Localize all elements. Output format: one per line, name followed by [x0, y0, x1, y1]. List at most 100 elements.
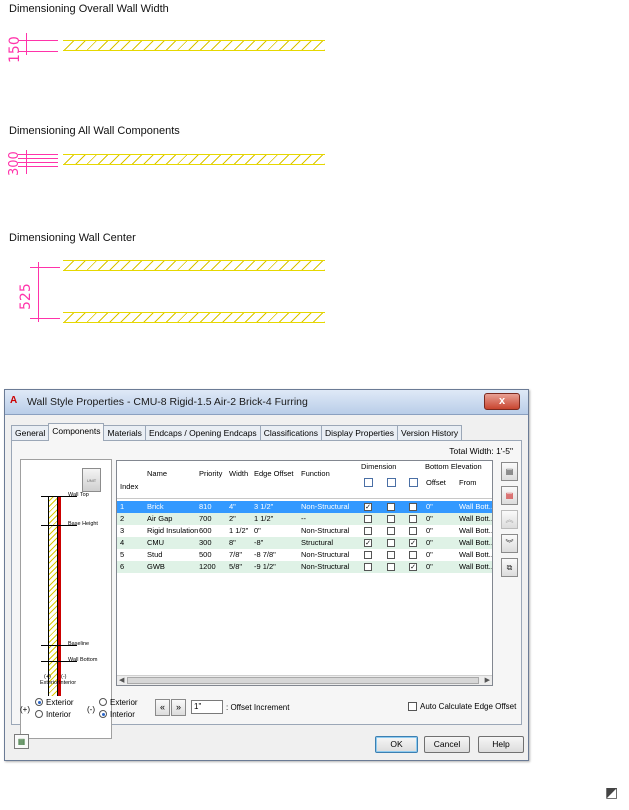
cell-from: Wall Bott...: [459, 526, 493, 535]
col-from[interactable]: From: [459, 478, 477, 487]
col-priority[interactable]: Priority: [199, 469, 222, 478]
move-down-icon[interactable]: ︾: [501, 534, 518, 553]
interior-radio-group-1[interactable]: Interior: [35, 710, 71, 719]
cell-from: Wall Bott...: [459, 562, 493, 571]
tab-general[interactable]: General: [11, 425, 50, 440]
radio-exterior-1[interactable]: [35, 698, 43, 706]
dimension-checkbox-2[interactable]: [387, 515, 395, 523]
cell-function: Non-Structural: [301, 526, 350, 535]
close-button[interactable]: x: [484, 393, 520, 410]
preview-wall-outer: [48, 496, 58, 696]
delete-component-icon[interactable]: ▤: [501, 486, 518, 505]
radio-interior-1[interactable]: [35, 710, 43, 718]
add-component-icon[interactable]: ▤: [501, 462, 518, 481]
dimension-line-3: [38, 262, 39, 322]
radio-exterior-2[interactable]: [99, 698, 107, 706]
dimension-checkbox-2[interactable]: [387, 551, 395, 559]
dimension-checkbox-2[interactable]: [387, 527, 395, 535]
col-bottom-elevation[interactable]: Bottom Elevation: [425, 462, 482, 471]
dimension-icon-left: [364, 478, 373, 487]
cell-offset: 0": [426, 502, 433, 511]
autocad-app-icon: A: [10, 395, 18, 406]
tab-display-properties[interactable]: Display Properties: [321, 425, 398, 440]
offset-increment-input[interactable]: 1": [191, 700, 223, 714]
exterior-radio-group-2[interactable]: Exterior: [99, 698, 138, 707]
increment-offset-icon[interactable]: »: [171, 699, 186, 716]
table-row[interactable]: 6 GWB 1200 5/8" -9 1/2" Non-Structural ✓…: [117, 561, 493, 573]
dimension-ext-1b: [18, 51, 58, 52]
table-row[interactable]: 2 Air Gap 700 2" 1 1/2" -- 0" Wall Bott.…: [117, 513, 493, 525]
dimension-checkbox-3[interactable]: [409, 551, 417, 559]
dimension-checkbox-1[interactable]: [364, 515, 372, 523]
dimension-checkbox-2[interactable]: [387, 539, 395, 547]
copy-icon[interactable]: ⧉: [501, 558, 518, 577]
cell-from: Wall Bott...: [459, 550, 493, 559]
dimension-checkbox-1[interactable]: [364, 551, 372, 559]
cancel-button[interactable]: Cancel: [424, 736, 470, 753]
label-base-height: Base Height: [68, 521, 98, 527]
table-row[interactable]: 5 Stud 500 7/8" -8 7/8" Non-Structural 0…: [117, 549, 493, 561]
cell-edge-offset: 0": [254, 526, 261, 535]
dimension-checkbox-3[interactable]: [409, 503, 417, 511]
dimension-checkbox-2[interactable]: [387, 563, 395, 571]
tab-version-history[interactable]: Version History: [397, 425, 463, 440]
scroll-thumb[interactable]: [127, 677, 479, 684]
col-edge-offset[interactable]: Edge Offset: [254, 469, 293, 478]
table-row[interactable]: 4 CMU 300 8" -8" Structural ✓ ✓ 0" Wall …: [117, 537, 493, 549]
table-row[interactable]: 1 Brick 810 4" 3 1/2" Non-Structural ✓ 0…: [117, 501, 492, 513]
dimension-ext-2c: [18, 162, 58, 163]
decrement-offset-icon[interactable]: «: [155, 699, 170, 716]
dimension-checkbox-3[interactable]: ✓: [409, 563, 417, 571]
ok-button[interactable]: OK: [375, 736, 418, 753]
col-function[interactable]: Function: [301, 469, 330, 478]
col-offset[interactable]: Offset: [426, 478, 446, 487]
exterior-radio-group-1[interactable]: Exterior: [35, 698, 74, 707]
auto-calc-checkbox[interactable]: [408, 702, 417, 711]
dimension-checkbox-2[interactable]: [387, 503, 395, 511]
tab-endcaps[interactable]: Endcaps / Opening Endcaps: [144, 425, 261, 440]
cell-index: 3: [120, 526, 125, 535]
interior-radio-group-2[interactable]: Interior: [99, 710, 135, 719]
dimension-checkbox-3[interactable]: [409, 527, 417, 535]
dimension-checkbox-1[interactable]: ✓: [364, 539, 372, 547]
cell-index: 6: [120, 562, 125, 571]
col-dimension[interactable]: Dimension: [361, 462, 396, 471]
cell-index: 2: [120, 514, 125, 523]
dimension-icon-center: [387, 478, 396, 487]
cell-from: Wall Bott...: [459, 514, 493, 523]
table-row[interactable]: 3 Rigid Insulation 600 1 1/2" 0" Non-Str…: [117, 525, 493, 537]
style-browser-icon[interactable]: ▦: [14, 734, 29, 749]
col-name[interactable]: Name: [147, 469, 167, 478]
dimension-checkbox-3[interactable]: ✓: [409, 539, 417, 547]
help-button[interactable]: Help: [478, 736, 524, 753]
wall-style-properties-dialog: A Wall Style Properties - CMU-8 Rigid-1.…: [4, 389, 529, 761]
move-up-icon[interactable]: ︽: [501, 510, 518, 529]
radio-interior-2[interactable]: [99, 710, 107, 718]
grid-header: Index Name Priority Width Edge Offset Fu…: [117, 461, 492, 499]
scroll-right-icon[interactable]: ▶: [485, 676, 490, 684]
cell-from: Wall Bott...: [459, 538, 493, 547]
dimension-checkbox-1[interactable]: ✓: [364, 503, 372, 511]
horizontal-scrollbar[interactable]: ◀ ▶: [117, 675, 492, 685]
dimension-text-2: 300: [7, 151, 22, 176]
cell-index: 5: [120, 550, 125, 559]
cell-function: Structural: [301, 538, 334, 547]
cell-function: Non-Structural: [301, 502, 350, 511]
cell-name: Rigid Insulation: [147, 526, 199, 535]
dimension-checkbox-1[interactable]: [364, 527, 372, 535]
dimension-ext-2b: [18, 158, 58, 159]
drawing-title-overall: Dimensioning Overall Wall Width: [9, 3, 169, 15]
components-panel: Total Width: 1'-5" Wall Top Base Height …: [11, 440, 522, 739]
dimension-checkbox-1[interactable]: [364, 563, 372, 571]
scroll-left-icon[interactable]: ◀: [119, 676, 124, 684]
cell-name: CMU: [147, 538, 165, 547]
tab-components[interactable]: Components: [48, 423, 105, 441]
dimension-checkbox-3[interactable]: [409, 515, 417, 523]
cell-width: 1 1/2": [229, 526, 249, 535]
tab-classifications[interactable]: Classifications: [259, 425, 323, 440]
preview-unit-button[interactable]: UNIT: [82, 468, 101, 492]
tab-materials[interactable]: Materials: [103, 425, 146, 440]
col-index[interactable]: Index: [120, 482, 138, 491]
col-width[interactable]: Width: [229, 469, 248, 478]
plus-label: (+): [20, 705, 30, 714]
